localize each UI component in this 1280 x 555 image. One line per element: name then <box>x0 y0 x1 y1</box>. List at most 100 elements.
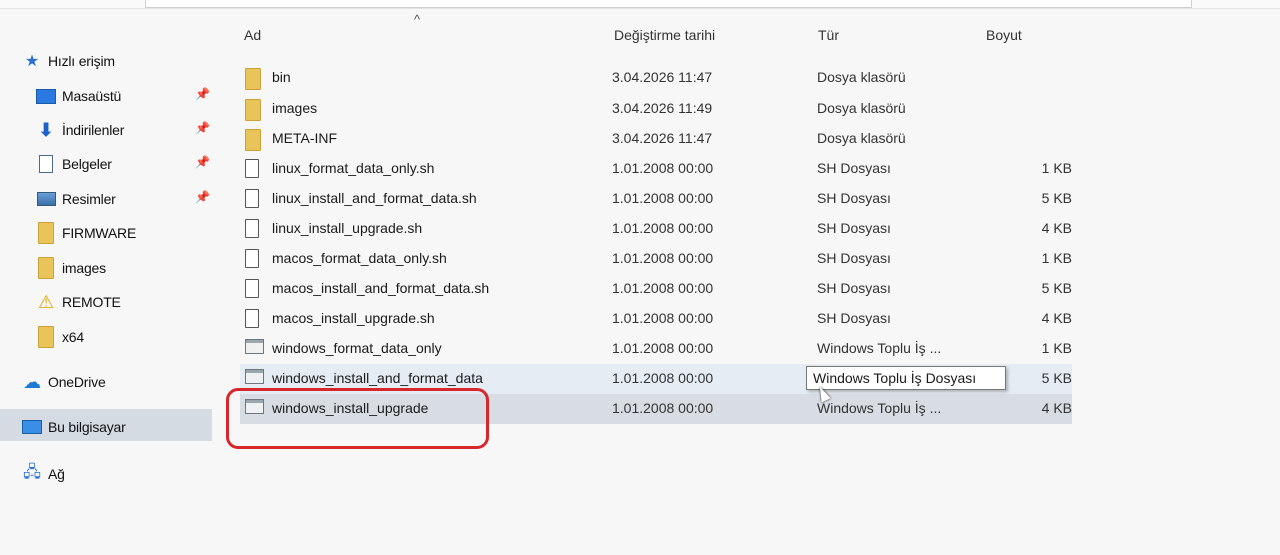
sidebar-item-onedrive[interactable]: ☁ OneDrive <box>22 367 106 397</box>
file-type: Windows Toplu İş ... <box>817 400 942 416</box>
file-row[interactable]: bin 3.04.2026 11:47 Dosya klasörü <box>240 63 1072 93</box>
sidebar-item-label: images <box>62 260 106 276</box>
sidebar-item-documents[interactable]: Belgeler <box>36 149 112 179</box>
folder-icon <box>36 326 56 348</box>
column-header-type[interactable]: Tür <box>818 27 839 43</box>
file-modified-date: 1.01.2008 00:00 <box>612 400 714 416</box>
file-name: macos_install_upgrade.sh <box>272 310 435 326</box>
sort-ascending-icon[interactable]: ^ <box>414 12 420 27</box>
file-modified-date: 3.04.2026 11:47 <box>612 69 713 85</box>
sidebar-item-label: OneDrive <box>48 374 106 390</box>
sidebar-item-desktop[interactable]: Masaüstü <box>36 81 121 111</box>
file-size: 1 KB <box>1041 160 1072 176</box>
file-modified-date: 1.01.2008 00:00 <box>612 160 714 176</box>
pin-icon[interactable]: 📌 <box>195 190 210 204</box>
file-name: images <box>272 100 318 116</box>
star-icon: ★ <box>24 53 40 70</box>
folder-icon <box>245 129 261 151</box>
file-icon <box>245 219 259 238</box>
batch-file-icon <box>245 339 264 354</box>
pin-icon[interactable]: 📌 <box>195 155 210 169</box>
sidebar-item-label: İndirilenler <box>62 122 125 138</box>
file-name: bin <box>272 69 291 85</box>
sidebar-item-this-pc[interactable]: Bu bilgisayar <box>22 412 126 442</box>
file-type: Dosya klasörü <box>817 100 906 116</box>
file-type: Dosya klasörü <box>817 69 906 85</box>
file-icon <box>245 159 259 178</box>
file-row[interactable]: macos_install_upgrade.sh 1.01.2008 00:00 S… <box>240 304 1072 334</box>
file-type: SH Dosyası <box>817 250 891 266</box>
file-type: Dosya klasörü <box>817 130 906 146</box>
pin-icon[interactable]: 📌 <box>195 87 210 101</box>
pin-icon[interactable]: 📌 <box>195 121 210 135</box>
address-bar[interactable] <box>145 0 1192 8</box>
file-name: linux_install_upgrade.sh <box>272 220 423 236</box>
cloud-icon: ☁ <box>23 371 41 392</box>
sidebar-item-label: Belgeler <box>62 156 112 172</box>
file-type: SH Dosyası <box>817 190 891 206</box>
file-modified-date: 3.04.2026 11:47 <box>612 130 713 146</box>
file-modified-date: 1.01.2008 00:00 <box>612 340 714 356</box>
file-name: linux_install_and_format_data.sh <box>272 190 477 206</box>
network-icon: 🖧 <box>23 463 41 481</box>
file-icon <box>245 249 259 268</box>
file-size: 5 KB <box>1041 280 1072 296</box>
file-row[interactable]: linux_install_and_format_data.sh 1.01.200… <box>240 184 1072 214</box>
sidebar-item-label: Ağ <box>48 466 65 482</box>
sidebar-item-network[interactable]: 🖧 Ağ <box>22 459 65 489</box>
download-icon: ⬇ <box>38 119 54 140</box>
file-size: 4 KB <box>1041 310 1072 326</box>
sidebar-item-label: x64 <box>62 329 84 345</box>
folder-icon <box>36 222 56 244</box>
file-modified-date: 1.01.2008 00:00 <box>612 250 714 266</box>
sidebar-item-x64[interactable]: x64 <box>36 322 84 352</box>
warning-icon: ⚠ <box>38 291 54 312</box>
type-tooltip: Windows Toplu İş Dosyası <box>806 366 1006 390</box>
file-type: SH Dosyası <box>817 280 891 296</box>
desktop-icon <box>36 86 56 106</box>
file-size: 1 KB <box>1041 340 1072 356</box>
sidebar-item-images[interactable]: images <box>36 253 106 283</box>
file-name: macos_format_data_only.sh <box>272 250 447 266</box>
pictures-icon <box>36 189 56 209</box>
sidebar-item-label: Bu bilgisayar <box>48 419 126 435</box>
tooltip-text: Windows Toplu İş Dosyası <box>813 370 977 386</box>
file-modified-date: 3.04.2026 11:49 <box>612 100 713 116</box>
sidebar-item-label: Resimler <box>62 191 116 207</box>
file-row[interactable]: linux_format_data_only.sh 1.01.2008 00:00… <box>240 154 1072 184</box>
file-size: 1 KB <box>1041 250 1072 266</box>
sidebar-item-downloads[interactable]: ⬇ İndirilenler <box>36 115 125 145</box>
sidebar-quick-access[interactable]: ★ Hızlı erişim <box>22 46 115 76</box>
file-size: 5 KB <box>1041 190 1072 206</box>
file-icon <box>245 279 259 298</box>
column-header-modified[interactable]: Değiştirme tarihi <box>614 27 715 43</box>
sidebar-item-firmware[interactable]: FIRMWARE <box>36 218 136 248</box>
file-modified-date: 1.01.2008 00:00 <box>612 370 714 386</box>
file-size: 4 KB <box>1041 400 1072 416</box>
column-header-size[interactable]: Boyut <box>986 27 1022 43</box>
file-icon <box>245 309 259 328</box>
column-header-name[interactable]: Ad <box>244 27 261 43</box>
sidebar-item-label: Masaüstü <box>62 88 122 104</box>
file-name: macos_install_and_format_data.sh <box>272 280 490 296</box>
file-row[interactable]: linux_install_upgrade.sh 1.01.2008 00:00 S… <box>240 214 1072 244</box>
file-row[interactable]: macos_format_data_only.sh 1.01.2008 00:00… <box>240 244 1072 274</box>
file-modified-date: 1.01.2008 00:00 <box>612 220 714 236</box>
file-row[interactable]: windows_format_data_only 1.01.2008 00:00 W… <box>240 334 1072 364</box>
red-highlight-annotation <box>226 388 489 449</box>
file-name: linux_format_data_only.sh <box>272 160 435 176</box>
file-name: META-INF <box>272 130 338 146</box>
file-row[interactable]: images 3.04.2026 11:49 Dosya klasörü <box>240 94 1072 124</box>
file-modified-date: 1.01.2008 00:00 <box>612 310 714 326</box>
sidebar-item-pictures[interactable]: Resimler <box>36 184 116 214</box>
file-modified-date: 1.01.2008 00:00 <box>612 280 714 296</box>
documents-icon <box>36 154 56 174</box>
batch-file-icon <box>245 369 264 384</box>
folder-icon <box>245 99 261 121</box>
file-modified-date: 1.01.2008 00:00 <box>612 190 714 206</box>
file-type: Windows Toplu İş ... <box>817 340 942 356</box>
file-row[interactable]: macos_install_and_format_data.sh 1.01.200… <box>240 274 1072 304</box>
sidebar-item-remote[interactable]: ⚠ REMOTE <box>36 287 121 317</box>
file-row[interactable]: META-INF 3.04.2026 11:47 Dosya klasörü <box>240 124 1072 154</box>
file-type: SH Dosyası <box>817 220 891 236</box>
